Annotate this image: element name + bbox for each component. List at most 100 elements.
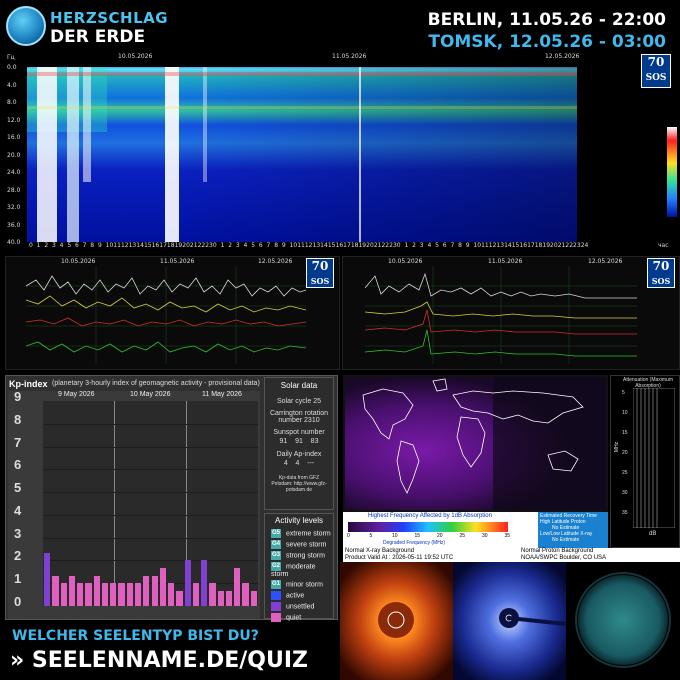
spectrogram-x-tick: 9 xyxy=(281,242,286,249)
spectrogram-x-tick: 11 xyxy=(113,242,121,249)
spectrogram-x-tick: 22 xyxy=(565,242,574,249)
kp-title: Kp-index xyxy=(9,379,48,389)
spectrogram-x-tick: 1 xyxy=(220,242,225,249)
spectrogram-y-tick: 20.0 xyxy=(7,151,21,159)
ap-value: --- xyxy=(307,460,315,467)
spectrogram-unit: Гц xyxy=(7,54,15,61)
spectrogram-x-tick: 21 xyxy=(557,242,566,249)
activity-level-row: G5 extreme storm xyxy=(271,529,333,538)
spectrogram-y-tick: 40.0 xyxy=(7,239,21,246)
spectrogram-x-tick: 16 xyxy=(519,242,528,249)
drap-scale-tick: 15 xyxy=(414,533,421,539)
carrington-rotation: Carrington rotation number 2310 xyxy=(270,410,328,424)
spectrogram-x-tick: 18 xyxy=(350,242,359,249)
lasco-c2-image xyxy=(340,562,453,680)
kp-y-label: 7 xyxy=(14,434,22,450)
kp-index-panel: Kp-index (planetary 3-hourly index of ge… xyxy=(5,375,338,622)
spectrogram-x-tick: 3 xyxy=(419,242,424,249)
sos-badge-letters: SOS xyxy=(651,276,671,286)
spectrogram-y-tick: 12.0 xyxy=(7,116,21,124)
ap-value: 4 xyxy=(283,460,288,467)
spectrogram-x-tick: 16 xyxy=(335,242,344,249)
kp-y-label: 1 xyxy=(14,571,22,587)
drap-map xyxy=(343,375,608,512)
drap-title: Highest Frequency Affected by 1dB Absorp… xyxy=(368,513,492,519)
spectrogram-x-tick: 9 xyxy=(465,242,470,249)
spectrogram-y-tick: 36.0 xyxy=(7,221,21,229)
spectrogram-x-tick: 17 xyxy=(343,242,351,249)
kp-bar xyxy=(225,590,233,606)
spectrogram-date-2: 11.05.2026 xyxy=(332,53,367,60)
spectrogram-x-tick: 22 xyxy=(197,242,206,249)
spectrogram-x-tick: 5 xyxy=(67,242,72,249)
spectrogram-x-tick: 12 xyxy=(304,242,313,249)
drap-scale-tick: 35 xyxy=(504,533,511,539)
kp-day-header: 9 May 2026 10 May 2026 11 May 2026 xyxy=(43,391,258,401)
spectrogram-y-tick: 0.0 xyxy=(7,64,17,71)
amplitude-right-date-2: 11.05.2026 xyxy=(488,258,523,265)
amplitude-left-plot xyxy=(26,266,306,364)
kp-chart: 0 1 2 3 4 5 6 7 8 9 9 May 2026 10 May 2026 11 May… xyxy=(8,389,260,619)
berlin-time: BERLIN, 11.05.26 - 22:00 xyxy=(427,10,666,30)
kp-gridline xyxy=(43,514,258,516)
activity-level-swatch xyxy=(271,613,281,622)
xray-status: Normal X-ray Background xyxy=(345,548,415,554)
spectrogram-y-tick: 28.0 xyxy=(7,186,21,194)
spectrogram-y-tick: 32.0 xyxy=(7,204,21,211)
spectrogram-x-unit: час xyxy=(658,242,669,249)
schumann-spectrogram: Гц 10.05.2026 11.05.2026 12.05.2026 0.0 4… xyxy=(5,52,680,252)
kp-y-label: 3 xyxy=(14,525,22,541)
kp-gridline xyxy=(43,446,258,448)
activity-level-row: G2 moderate storm xyxy=(271,562,333,578)
sunspot-values: 91 91 83 xyxy=(265,438,333,445)
drap-scale-tick: 25 xyxy=(459,533,466,539)
activity-level-list: G5 extreme storm G4 severe storm G3 strong st… xyxy=(265,529,333,622)
sos-badge-number: 70 xyxy=(311,259,329,273)
noaa-credit: NOAA/SWPC Boulder, CO USA xyxy=(521,555,607,561)
spectrogram-x-tick: 1 xyxy=(404,242,409,249)
solar-cycle: Solar cycle 25 xyxy=(277,398,321,405)
spectrogram-x-tick: 7 xyxy=(266,242,271,249)
drap-legend: Highest Frequency Affected by 1dB Absorp… xyxy=(343,512,608,548)
spectrogram-x-tick: 2 xyxy=(412,242,416,249)
kp-gridline xyxy=(43,469,258,471)
solar-data-box: Solar data Solar cycle 25 Carrington rot… xyxy=(264,377,334,510)
activity-level-swatch: G2 xyxy=(271,562,281,571)
kp-bar xyxy=(234,567,241,606)
spectrogram-x-tick: 10 xyxy=(473,242,482,249)
activity-level-row: G4 severe storm xyxy=(271,540,333,549)
spectrogram-x-tick: 9 xyxy=(97,242,102,249)
kp-bar xyxy=(68,575,76,606)
sdo-sun-image xyxy=(566,562,680,680)
drap-scale-tick: 0 xyxy=(347,533,350,539)
spectrogram-x-tick: 14 xyxy=(136,242,144,249)
spectrogram-x-tick: 10 xyxy=(289,242,298,249)
spectrogram-x-tick: 5 xyxy=(251,242,256,249)
spectrogram-x-tick: 0 xyxy=(29,242,33,249)
spectrogram-x-tick: 15 xyxy=(143,242,152,249)
attenuation-axis-label: MHz xyxy=(614,441,621,453)
spectrogram-y-tick: 8.0 xyxy=(7,99,17,106)
attenuation-tick: 35 xyxy=(622,510,628,516)
kp-bar xyxy=(151,575,158,606)
spectrogram-x-tick: 16 xyxy=(151,242,160,249)
kp-source: Kp-data from GFZ Potsdam: http://www.gfz… xyxy=(271,475,327,493)
kp-bar xyxy=(192,583,200,606)
sunspot-value: 83 xyxy=(310,438,319,445)
activity-title: Activity levels xyxy=(274,516,323,525)
quiz-link[interactable]: » SEELENNAME.DE/QUIZ xyxy=(10,648,308,673)
kp-bar xyxy=(184,560,191,606)
spectrogram-x-tick: 13 xyxy=(312,242,321,249)
spectrogram-x-tick: 13 xyxy=(496,242,505,249)
spectrogram-x-tick: 13 xyxy=(128,242,137,249)
attenuation-tick: 15 xyxy=(622,430,628,436)
spectrogram-x-tick: 4 xyxy=(243,242,248,249)
ap-label: Daily Ap-index xyxy=(276,451,322,458)
kp-bar xyxy=(101,583,109,606)
kp-bar xyxy=(93,575,100,606)
spectrogram-x-tick: 20 xyxy=(182,242,190,249)
logo-title-2: DER ERDE xyxy=(50,27,146,47)
spectrogram-x-tick: 4 xyxy=(427,242,432,249)
attenuation-tick: 5 xyxy=(622,390,625,396)
activity-level-swatch: G1 xyxy=(271,580,281,589)
